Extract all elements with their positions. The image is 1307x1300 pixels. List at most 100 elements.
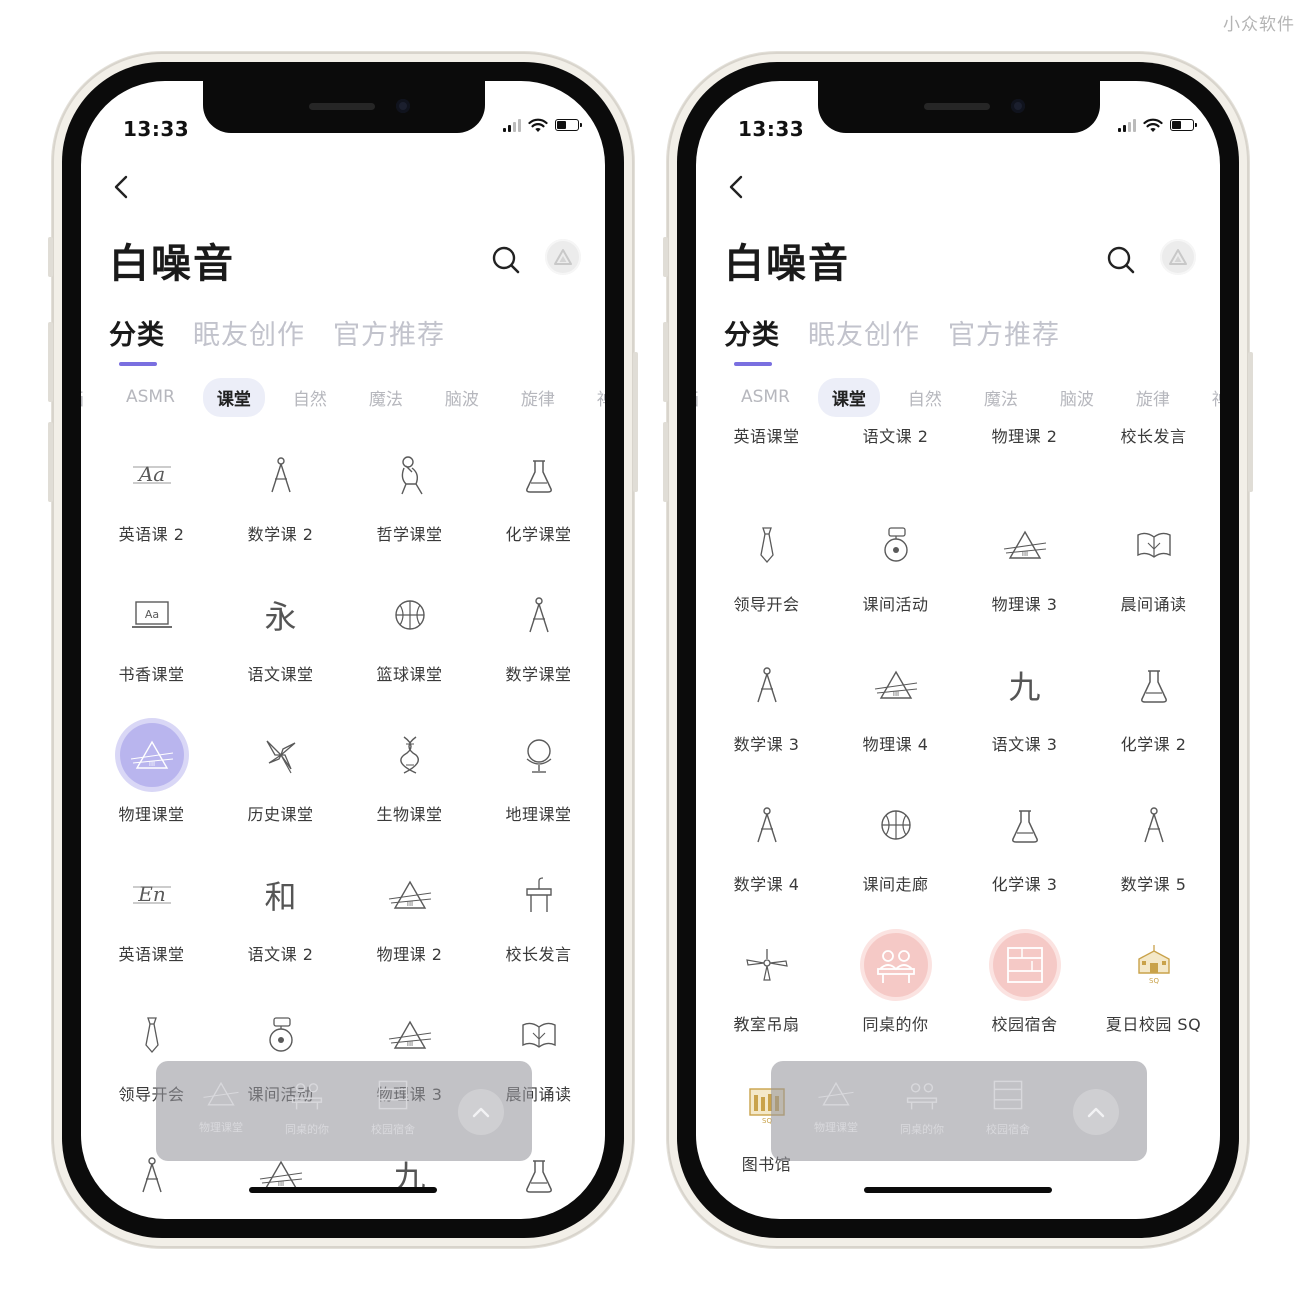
sound-label: 化学课 2 [1120, 735, 1187, 754]
back-icon[interactable] [726, 173, 746, 201]
sound-item[interactable]: 数学课 3 [702, 631, 831, 771]
category-item-active[interactable]: 课堂 [202, 377, 265, 417]
mini-item[interactable]: 物理课堂 [801, 1079, 871, 1135]
sound-item[interactable]: III 物理课堂 [87, 701, 216, 841]
sound-item[interactable]: 地理课堂 [474, 701, 603, 841]
sound-label: 英语课堂 [118, 945, 185, 964]
sound-item[interactable]: 领导开会 [702, 491, 831, 631]
compass-icon [1122, 793, 1186, 857]
sound-item[interactable]: 数学课 4 [702, 771, 831, 911]
svg-text:III: III [1021, 550, 1027, 558]
battery-icon [555, 119, 582, 131]
mini-item[interactable]: 校园宿舍 [973, 1079, 1043, 1137]
svg-text:En: En [137, 882, 165, 906]
mini-item[interactable]: 同桌的你 [272, 1079, 342, 1137]
category-item[interactable]: 脑波 [431, 378, 493, 417]
avatar[interactable] [1160, 239, 1196, 275]
tab-fenlei[interactable]: 分类 [109, 313, 165, 366]
category-item[interactable]: 禅音 [1198, 378, 1220, 417]
sound-item[interactable]: 语文课 2 [831, 421, 960, 491]
home-indicator [249, 1187, 437, 1193]
back-icon[interactable] [111, 173, 131, 201]
signal-icon [503, 118, 521, 132]
sound-item[interactable]: 和语文课 2 [216, 841, 345, 981]
sound-item[interactable]: III 物理课 3 [960, 491, 1089, 631]
category-item[interactable]: 魔法 [970, 378, 1032, 417]
sound-item[interactable]: 化学课 3 [960, 771, 1089, 911]
prism-icon: III [993, 513, 1057, 577]
sound-item[interactable]: 哲学课堂 [345, 421, 474, 561]
sound-item[interactable]: 英语课堂 [702, 421, 831, 491]
tab-guanfang[interactable]: 官方推荐 [333, 313, 445, 352]
sound-item[interactable]: 物理课 2 [960, 421, 1089, 491]
sound-item[interactable]: 晨间诵读 [1089, 491, 1218, 631]
sound-item[interactable]: 数学课堂 [474, 561, 603, 701]
sound-item[interactable]: 历史课堂 [216, 701, 345, 841]
sound-item[interactable]: 九语文课 3 [960, 631, 1089, 771]
sound-item[interactable]: 数学课 5 [1089, 771, 1218, 911]
tab-mianyou[interactable]: 眠友创作 [193, 313, 305, 352]
category-item[interactable]: 画 [696, 378, 713, 417]
sound-item[interactable]: 数学课 2 [216, 421, 345, 561]
category-item[interactable]: 脑波 [1046, 378, 1108, 417]
sound-item[interactable]: 校园宿舍 [960, 911, 1089, 1051]
sound-item[interactable]: 篮球课堂 [345, 561, 474, 701]
desk-mates-icon [287, 1079, 327, 1115]
mini-item[interactable]: 校园宿舍 [358, 1079, 428, 1137]
category-item-active[interactable]: 课堂 [817, 377, 880, 417]
sound-item[interactable]: SQ 夏日校园 SQ [1089, 911, 1218, 1051]
sound-item[interactable]: 化学课 2 [1089, 631, 1218, 771]
category-item[interactable]: 旋律 [1122, 378, 1184, 417]
category-item[interactable]: 魔法 [355, 378, 417, 417]
whistle-icon [249, 1003, 313, 1067]
category-item[interactable]: ASMR [727, 380, 804, 414]
sound-item[interactable]: 校长发言 [474, 841, 603, 981]
sound-item[interactable]: 化学课堂 [474, 421, 603, 561]
sound-item[interactable]: 课间走廊 [831, 771, 960, 911]
mini-player[interactable]: 物理课堂 同桌的你 校园宿舍 [156, 1061, 532, 1161]
tab-mianyou[interactable]: 眠友创作 [808, 313, 920, 352]
search-icon[interactable] [1106, 245, 1136, 275]
mini-item[interactable]: 同桌的你 [887, 1079, 957, 1137]
sound-item[interactable]: 永语文课堂 [216, 561, 345, 701]
category-item[interactable]: 禅音 [583, 378, 605, 417]
fan-icon [735, 933, 799, 997]
dna-icon [378, 723, 442, 787]
sound-label: 物理课 2 [991, 427, 1058, 446]
mini-player[interactable]: 物理课堂 同桌的你 校园宿舍 [771, 1061, 1147, 1161]
whistle-icon [864, 513, 928, 577]
sound-item[interactable]: 课间活动 [831, 491, 960, 631]
prism-icon: III [119, 723, 184, 787]
sound-item[interactable]: Aa 英语课 2 [87, 421, 216, 561]
sound-item[interactable]: 同桌的你 [831, 911, 960, 1051]
screen-right: 13:33 白噪音 分类 眠友创作 官方推荐 画 ASMR 课堂 自然 魔法 [696, 81, 1220, 1219]
mini-item-label: 校园宿舍 [986, 1123, 1030, 1136]
main-tabs: 分类 眠友创作 官方推荐 [109, 313, 445, 366]
sound-item[interactable]: 教室吊扇 [702, 911, 831, 1051]
search-icon[interactable] [491, 245, 521, 275]
expand-up-button[interactable] [458, 1089, 504, 1135]
svg-text:SQ: SQ [1149, 977, 1159, 985]
school-gold-icon: SQ [1122, 933, 1186, 997]
sound-item[interactable]: Aa 书香课堂 [87, 561, 216, 701]
mini-item[interactable]: 物理课堂 [186, 1079, 256, 1135]
category-item[interactable]: 旋律 [507, 378, 569, 417]
sound-label: 语文课 2 [247, 945, 314, 964]
sound-item[interactable]: En 英语课堂 [87, 841, 216, 981]
expand-up-button[interactable] [1073, 1089, 1119, 1135]
category-item[interactable]: 自然 [894, 378, 956, 417]
sound-item[interactable]: III 物理课 2 [345, 841, 474, 981]
category-item[interactable]: 自然 [279, 378, 341, 417]
sound-label: 物理课 4 [862, 735, 929, 754]
avatar[interactable] [545, 239, 581, 275]
compass-icon [507, 583, 571, 647]
status-icons [503, 115, 582, 135]
category-item[interactable]: 画 [81, 378, 98, 417]
sound-item[interactable]: 生物课堂 [345, 701, 474, 841]
screen-left: 13:33 白噪音 分类 眠友创作 官方推荐 画 ASMR 课堂 自然 魔法 [81, 81, 605, 1219]
tab-guanfang[interactable]: 官方推荐 [948, 313, 1060, 352]
sound-item[interactable]: 校长发言 [1089, 421, 1218, 491]
sound-item[interactable]: III 物理课 4 [831, 631, 960, 771]
tab-fenlei[interactable]: 分类 [724, 313, 780, 366]
category-item[interactable]: ASMR [112, 380, 189, 414]
